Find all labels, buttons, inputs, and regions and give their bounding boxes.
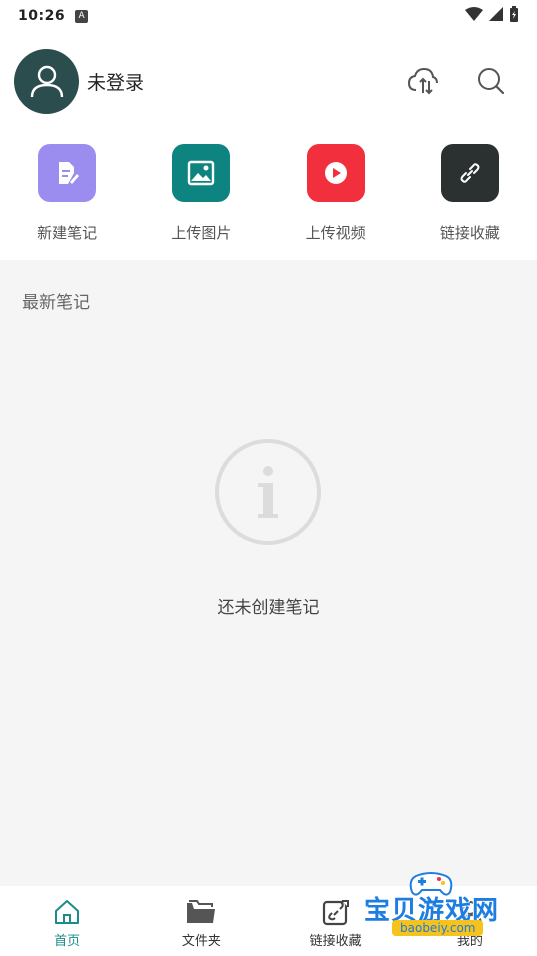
tab-label: 首页 [54, 934, 81, 949]
tab-folder[interactable]: 文件夹 [134, 886, 268, 956]
upload-image-tile[interactable] [172, 144, 231, 202]
tab-home[interactable]: 首页 [0, 886, 134, 956]
quick-action-upload-image[interactable]: 上传图片 [134, 144, 268, 243]
note-edit-icon [59, 162, 80, 184]
latest-notes-section: 最新笔记 还未创建笔记 [0, 260, 537, 886]
watermark-domain: baobeiy.com [392, 920, 484, 936]
link-collect-tile[interactable] [440, 144, 499, 202]
cloud-sync-button[interactable] [407, 65, 439, 97]
search-button[interactable] [475, 65, 507, 97]
status-time: 10:26 [18, 8, 66, 24]
folder-icon [187, 900, 216, 923]
search-icon [478, 68, 505, 95]
quick-action-label: 新建笔记 [37, 224, 98, 242]
quick-actions: 新建笔记 上传图片 上传视频 链接收藏 [0, 144, 537, 243]
status-indicators [465, 6, 519, 26]
play-icon [324, 162, 347, 184]
tab-label: 链接收藏 [309, 934, 362, 949]
quick-action-label: 上传视频 [305, 224, 366, 242]
link-icon [460, 163, 480, 183]
header: 未登录 [0, 46, 537, 116]
notification-icon: A [75, 9, 89, 23]
empty-state-text: 还未创建笔记 [217, 598, 320, 618]
quick-action-label: 链接收藏 [439, 224, 500, 242]
battery-icon [509, 6, 519, 26]
image-icon [188, 160, 215, 186]
avatar[interactable] [14, 48, 79, 114]
info-icon [215, 439, 321, 545]
section-title: 最新笔记 [22, 293, 90, 313]
home-icon [55, 900, 80, 924]
watermark-logo: 宝贝游戏网 baobeiy.com [362, 866, 512, 946]
quick-action-label: 上传图片 [171, 224, 232, 242]
cloud-sync-icon [407, 67, 438, 95]
upload-video-tile[interactable] [306, 144, 365, 202]
login-status[interactable]: 未登录 [87, 68, 144, 95]
quick-action-upload-video[interactable]: 上传视频 [269, 144, 403, 243]
new-note-tile[interactable] [38, 144, 97, 202]
link-edit-icon [322, 900, 349, 926]
quick-action-link-collect[interactable]: 链接收藏 [403, 144, 537, 243]
user-icon [30, 65, 63, 98]
tab-label: 文件夹 [181, 934, 221, 949]
quick-action-new-note[interactable]: 新建笔记 [0, 144, 134, 243]
signal-icon [489, 7, 503, 25]
wifi-icon [465, 7, 483, 25]
header-actions [407, 65, 523, 97]
status-bar: 10:26 A [0, 0, 537, 32]
